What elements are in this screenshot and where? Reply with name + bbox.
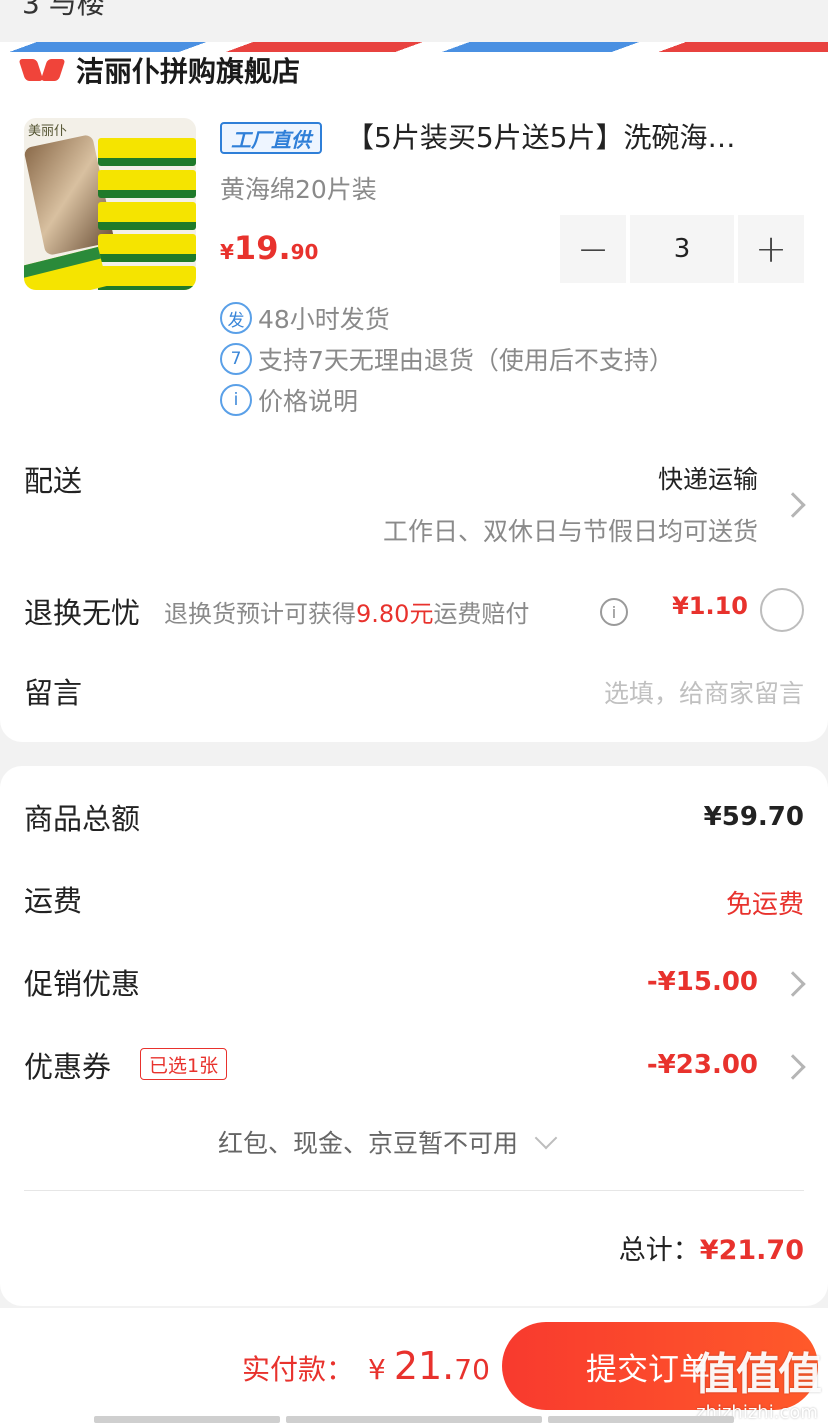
service-shipping-time: 发 48小时发货: [220, 300, 390, 336]
unavailable-text: 红包、现金、京豆暂不可用: [218, 1129, 519, 1158]
chevron-down-icon: [534, 1126, 558, 1150]
price-decimal: 90: [290, 240, 319, 264]
increase-button[interactable]: +: [738, 215, 804, 283]
return-insurance-radio[interactable]: [760, 588, 804, 632]
factory-direct-badge: 工厂直供: [220, 122, 322, 154]
quantity-stepper: − 3 +: [560, 215, 804, 283]
sponge-graphic: [98, 266, 196, 290]
return-desc-amount: 9.80元: [356, 600, 434, 628]
shop-row[interactable]: 洁丽仆拼购旗舰店: [22, 52, 300, 88]
pay-currency: ¥: [368, 1353, 386, 1386]
message-input[interactable]: 选填，给商家留言: [604, 674, 804, 710]
sponge-graphic: [98, 170, 196, 198]
return-desc-prefix: 退换货预计可获得: [164, 600, 356, 628]
product-title[interactable]: 【5片装买5片送5片】洗碗海…: [346, 118, 796, 158]
sponge-graphic: [98, 138, 196, 166]
product-price: ¥19.90: [220, 228, 318, 274]
bottom-edge-bar: [94, 1416, 280, 1423]
order-total: 总计：¥21.70: [619, 1228, 804, 1267]
return-desc-suffix: 运费赔付: [433, 600, 530, 628]
divider: [24, 1190, 804, 1191]
goods-total-label: 商品总额: [24, 802, 141, 836]
info-icon[interactable]: i: [600, 598, 628, 626]
delivery-method[interactable]: 快递运输: [658, 460, 758, 496]
goods-total-value: ¥59.70: [703, 802, 804, 832]
bottom-edge-bar: [286, 1416, 542, 1423]
service-text: 支持7天无理由退货（使用后不支持）: [258, 346, 674, 375]
service-text: 48小时发货: [258, 305, 390, 334]
delivery-label: 配送: [24, 464, 83, 498]
pay-decimal: 70: [454, 1353, 490, 1386]
delivery-note: 工作日、双休日与节假日均可送货: [382, 517, 758, 546]
total-label: 总计：: [618, 1235, 700, 1266]
total-amount: ¥21.70: [699, 1235, 804, 1266]
coupon-value[interactable]: -¥23.00: [647, 1050, 758, 1080]
watermark-logo: 值值值: [694, 1349, 822, 1400]
quantity-input[interactable]: 3: [630, 215, 734, 283]
promo-label: 促销优惠: [24, 967, 141, 1001]
service-price-info[interactable]: i 价格说明: [220, 382, 358, 418]
price-summary-card: 商品总额 ¥59.70 运费 免运费 促销优惠 -¥15.00 优惠券 已选1张…: [0, 766, 828, 1306]
service-return-policy: 7 支持7天无理由退货（使用后不支持）: [220, 341, 674, 377]
decrease-button[interactable]: −: [560, 215, 626, 283]
coupon-selected-tag: 已选1张: [140, 1048, 228, 1080]
promo-value[interactable]: -¥15.00: [647, 967, 758, 997]
service-text[interactable]: 价格说明: [258, 382, 358, 418]
product-image[interactable]: 美丽仆: [24, 118, 196, 290]
product-sku: 黄海绵20片装: [220, 175, 377, 204]
return-insurance-label: 退换无忧: [24, 596, 141, 630]
actual-pay-amount: ¥21.70: [368, 1336, 490, 1404]
sponge-graphic: [24, 246, 108, 290]
pay-integer: 21.: [393, 1344, 455, 1388]
return-insurance-price: ¥1.10: [672, 592, 748, 620]
shipping-fee-label: 运费: [24, 884, 83, 918]
sponge-graphic: [98, 202, 196, 230]
top-strip: 3 与楼: [0, 0, 828, 44]
message-label: 留言: [24, 676, 83, 710]
checkout-bar: 实付款： ¥21.70 提交订单 值值值 zhizhizhi.com: [0, 1308, 828, 1423]
return-insurance-desc: 退换货预计可获得9.80元运费赔付: [164, 594, 529, 629]
price-currency: ¥: [220, 240, 234, 264]
price-integer: 19.: [233, 229, 291, 267]
info-icon: i: [220, 384, 252, 416]
product-image-brand: 美丽仆: [28, 124, 68, 139]
chevron-right-icon[interactable]: [780, 492, 806, 518]
chevron-right-icon[interactable]: [780, 971, 806, 997]
ship-icon: 发: [220, 302, 252, 334]
coupon-label: 优惠券: [24, 1050, 112, 1084]
cut-off-text: 3 与楼: [22, 0, 105, 20]
shop-logo-icon: [22, 55, 62, 85]
sponge-graphic: [98, 234, 196, 262]
seven-day-icon: 7: [220, 343, 252, 375]
order-item-card: 洁丽仆拼购旗舰店 美丽仆 工厂直供 【5片装买5片送5片】洗碗海… 黄海绵20片…: [0, 52, 828, 742]
unavailable-assets-toggle[interactable]: 红包、现金、京豆暂不可用: [218, 1124, 558, 1160]
bottom-edge-bar: [548, 1416, 734, 1423]
actual-pay-label: 实付款：: [242, 1353, 355, 1386]
shop-name[interactable]: 洁丽仆拼购旗舰店: [76, 50, 300, 90]
shipping-fee-value: 免运费: [725, 890, 804, 920]
watermark: 值值值 zhizhizhi.com: [694, 1338, 822, 1423]
chevron-right-icon[interactable]: [780, 1054, 806, 1080]
